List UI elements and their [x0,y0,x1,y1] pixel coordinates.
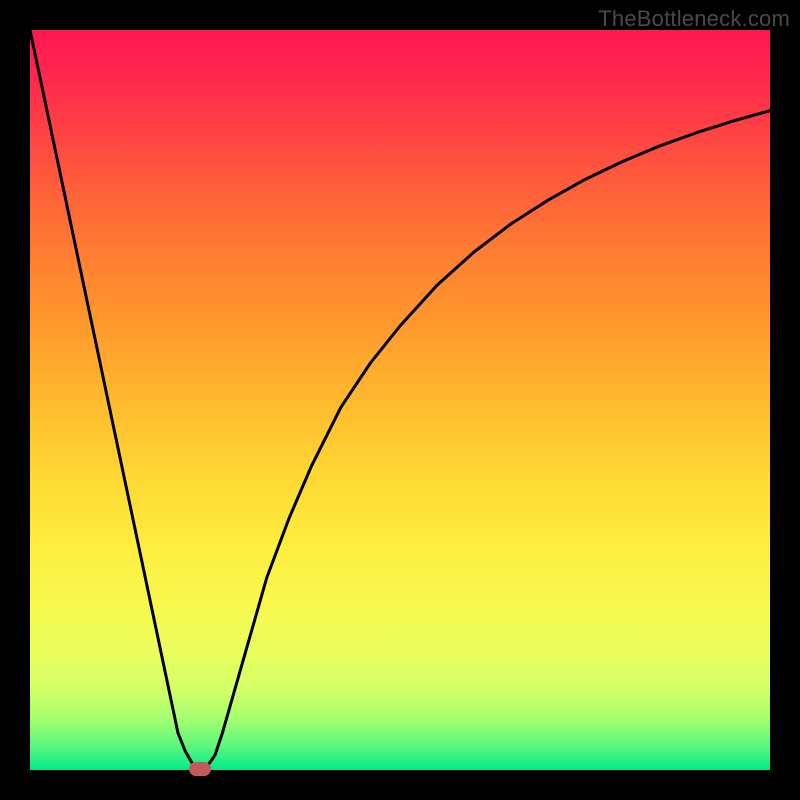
bottleneck-curve [30,30,770,770]
watermark-text: TheBottleneck.com [598,6,790,32]
optimal-point-marker [189,762,211,776]
chart-container: TheBottleneck.com [0,0,800,800]
plot-area [30,30,770,770]
